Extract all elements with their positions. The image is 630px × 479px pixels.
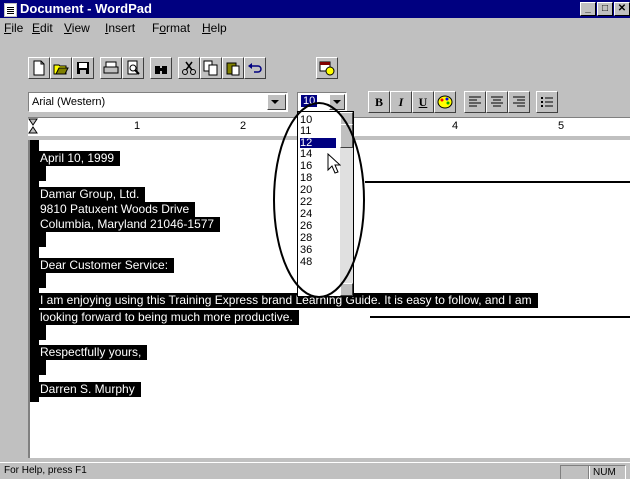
save-disk-icon[interactable] [72,57,94,79]
underline-button[interactable]: U [412,91,434,113]
ruler-number: 2 [240,120,247,132]
ruler-number: 5 [558,120,565,132]
doc-line-body-2[interactable]: looking forward to being much more produ… [38,310,299,325]
menu-help[interactable]: Help [202,21,227,35]
print-preview-icon[interactable] [122,57,144,79]
maximize-button[interactable]: □ [597,2,613,16]
print-icon[interactable] [100,57,122,79]
align-left-icon[interactable] [464,91,486,113]
doc-line-blank [38,273,46,288]
doc-line-blank [38,232,46,247]
menu-edit[interactable]: Edit [32,21,53,35]
doc-line-blank [38,325,46,340]
doc-line-closing[interactable]: Respectfully yours, [38,345,148,360]
doc-line-blank [38,360,46,375]
highlight-ellipse [273,102,365,298]
mouse-pointer-icon [327,153,341,174]
menu-bar: File Edit View Insert Format Help [0,18,630,38]
menu-insert[interactable]: Insert [105,21,135,35]
insert-date-time-icon[interactable] [316,57,338,79]
wordpad-app-icon[interactable] [4,3,17,17]
wordpad-window: Document - WordPad _ □ ✕ File Edit View In… [0,0,630,479]
close-button[interactable]: ✕ [614,2,630,16]
cut-scissors-icon[interactable] [178,57,200,79]
align-right-icon[interactable] [508,91,530,113]
title-bar[interactable]: Document - WordPad _ □ ✕ [0,0,630,18]
doc-line-blank [38,166,46,181]
align-center-icon[interactable] [486,91,508,113]
menu-format[interactable]: Format [152,21,190,35]
status-bar: For Help, press F1 NUM [0,462,630,479]
open-folder-icon[interactable] [50,57,72,79]
font-name-value: Arial (Western) [32,96,106,108]
menu-file[interactable]: File [4,21,23,35]
callout-line [365,181,630,183]
num-lock-indicator: NUM [588,465,626,479]
minimize-button[interactable]: _ [580,2,596,16]
copy-icon[interactable] [200,57,222,79]
color-palette-icon[interactable] [434,91,456,113]
menu-view[interactable]: View [64,21,90,35]
undo-arrow-icon[interactable] [244,57,266,79]
ruler-number: 4 [452,120,459,132]
bold-button[interactable]: B [368,91,390,113]
doc-line-date[interactable]: April 10, 1999 [38,151,121,166]
italic-button[interactable]: I [390,91,412,113]
find-binoculars-icon[interactable] [150,57,172,79]
window-title: Document - WordPad [20,1,152,16]
ruler-number: 1 [134,120,141,132]
bullets-icon[interactable] [536,91,558,113]
paste-clipboard-icon[interactable] [222,57,244,79]
status-panel-empty [560,465,590,479]
status-help-text: For Help, press F1 [4,465,87,476]
doc-line-city[interactable]: Columbia, Maryland 21046-1577 [38,217,221,232]
font-name-combobox[interactable]: Arial (Western) [28,92,288,112]
indent-marker-icon[interactable] [28,118,38,136]
doc-line-street[interactable]: 9810 Patuxent Woods Drive [38,202,196,217]
doc-line-signature[interactable]: Darren S. Murphy [38,382,141,397]
doc-line-salutation[interactable]: Dear Customer Service: [38,258,175,273]
doc-line-company[interactable]: Damar Group, Ltd. [38,187,146,202]
callout-line [370,316,630,318]
new-document-icon[interactable] [28,57,50,79]
